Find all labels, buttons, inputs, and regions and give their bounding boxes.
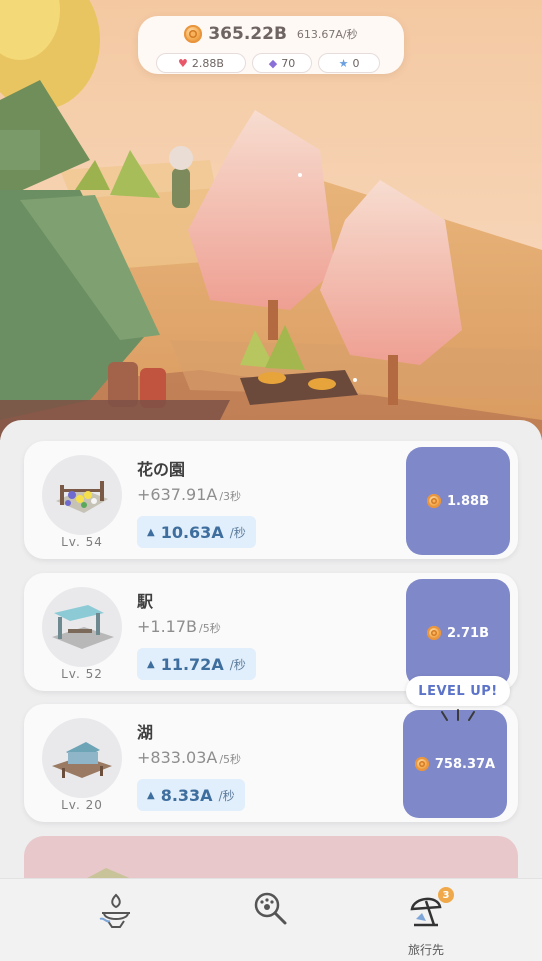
upgrade-button[interactable]: 1.88B — [406, 447, 510, 555]
upgrade-cost: 1.88B — [447, 493, 489, 509]
income-value: +637.91A — [137, 485, 218, 504]
boost-value: 11.72A — [160, 654, 224, 674]
paw-magnifier-icon — [254, 892, 287, 925]
hearts-chip[interactable]: ♥ 2.88B — [156, 53, 246, 73]
nav-search[interactable] — [241, 887, 301, 953]
bottom-navigation: 3 旅行先 — [0, 878, 542, 961]
coin-balance: 365.22B 613.67A/秒 — [138, 21, 404, 47]
currency-hud: 365.22B 613.67A/秒 ♥ 2.88B ◆ 70 ★ 0 — [138, 16, 404, 74]
up-arrow-icon: ▲ — [147, 526, 155, 538]
facility-name: 駅 — [137, 592, 154, 611]
gems-amount: 70 — [281, 56, 296, 70]
facility-name: 花の園 — [137, 460, 186, 479]
notification-badge: 3 — [438, 887, 454, 903]
sparkle-icon — [441, 709, 475, 721]
upgrade-cost: 758.37A — [434, 756, 496, 772]
facility-level: Lv. 20 — [61, 798, 103, 812]
coin-icon — [184, 25, 203, 43]
income-per-second: ▲ 8.33A /秒 — [137, 779, 245, 811]
nav-label: 旅行先 — [407, 943, 444, 957]
boost-value: 8.33A — [160, 785, 213, 805]
nav-destinations[interactable]: 3 旅行先 — [396, 887, 456, 957]
resource-chips: ♥ 2.88B ◆ 70 ★ 0 — [156, 53, 380, 73]
facility-income: +833.03A/5秒 — [137, 748, 241, 767]
facility-level: Lv. 52 — [61, 667, 103, 681]
upgrade-button[interactable]: 2.71B — [406, 579, 510, 687]
stars-chip[interactable]: ★ 0 — [318, 53, 380, 73]
gem-icon: ◆ — [268, 56, 278, 70]
facility-income: +1.17B/5秒 — [137, 617, 221, 636]
station-icon — [52, 605, 114, 649]
income-per-second: ▲ 11.72A /秒 — [137, 648, 256, 680]
flower-garden-icon — [56, 481, 108, 513]
hearts-amount: 2.88B — [191, 56, 224, 70]
station-thumbnail — [42, 587, 122, 667]
star-icon: ★ — [338, 56, 349, 70]
facility-card-flower-garden: Lv. 54 花の園 +637.91A/3秒 ▲ 10.63A /秒 1.88B — [24, 441, 518, 559]
income-value: +833.03A — [137, 748, 218, 767]
lake-thumbnail — [42, 718, 122, 798]
heart-icon: ♥ — [178, 56, 188, 70]
upgrade-cost: 2.71B — [447, 625, 489, 641]
coin-rate: 613.67A/秒 — [296, 28, 358, 41]
lake-icon — [52, 742, 112, 778]
up-arrow-icon: ▲ — [147, 789, 155, 801]
facility-income: +637.91A/3秒 — [137, 485, 241, 504]
boost-value: 10.63A — [160, 522, 224, 542]
coin-icon — [427, 494, 441, 508]
income-value: +1.17B — [137, 617, 198, 636]
income-per-second: ▲ 10.63A /秒 — [137, 516, 256, 548]
stars-amount: 0 — [352, 56, 360, 70]
flower-garden-thumbnail — [42, 455, 122, 535]
gems-chip[interactable]: ◆ 70 — [252, 53, 312, 73]
income-interval: /5秒 — [219, 753, 242, 766]
facility-name: 湖 — [137, 723, 154, 742]
coin-icon — [427, 626, 441, 640]
up-arrow-icon: ▲ — [147, 658, 155, 670]
facility-card-station: Lv. 52 駅 +1.17B/5秒 ▲ 11.72A /秒 2.71B — [24, 573, 518, 691]
income-interval: /5秒 — [199, 622, 221, 635]
facility-level: Lv. 54 — [61, 535, 103, 549]
incense-icon — [99, 893, 130, 928]
boost-unit: /秒 — [229, 657, 246, 672]
coin-icon — [414, 757, 429, 771]
boost-unit: /秒 — [229, 525, 246, 540]
coin-amount: 365.22B — [208, 24, 287, 44]
boost-unit: /秒 — [218, 788, 235, 803]
income-interval: /3秒 — [219, 490, 242, 503]
nav-incense[interactable] — [86, 887, 146, 953]
upgrade-button[interactable]: 758.37A — [403, 710, 507, 818]
level-up-tag: LEVEL UP! — [406, 676, 510, 706]
